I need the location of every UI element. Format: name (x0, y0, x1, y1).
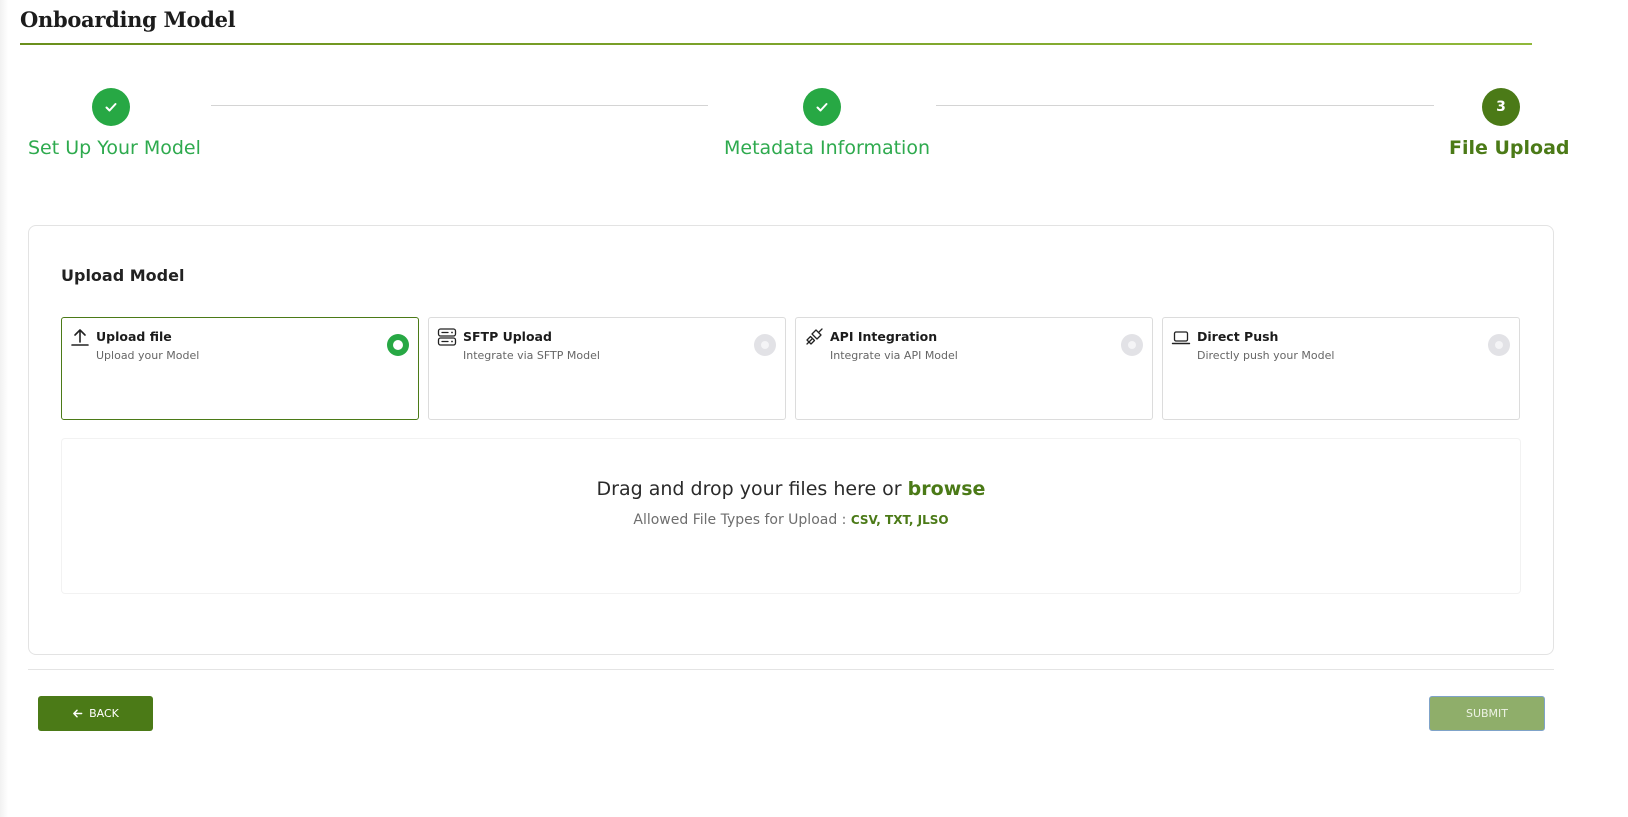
browse-link[interactable]: browse (908, 478, 986, 500)
footer-divider (28, 669, 1554, 670)
allowed-types-label: Allowed File Types for Upload : (633, 512, 847, 528)
upload-arrow-icon (71, 329, 89, 346)
option-title: API Integration (830, 329, 938, 344)
title-divider (20, 43, 1532, 45)
back-button[interactable]: BACK (38, 696, 153, 731)
option-subtitle: Upload your Model (96, 349, 200, 362)
option-api-integration[interactable]: API Integration Integrate via API Model (795, 317, 1153, 420)
laptop-icon (1171, 331, 1191, 345)
option-sftp-upload[interactable]: SFTP Upload Integrate via SFTP Model (428, 317, 786, 420)
step-connector-1 (211, 105, 708, 106)
option-upload-file[interactable]: Upload file Upload your Model (61, 317, 419, 420)
arrow-left-icon (73, 709, 83, 718)
allowed-types-value: CSV, TXT, JLSO (850, 513, 949, 527)
page-title: Onboarding Model (20, 7, 236, 32)
dropzone-text: Drag and drop your files here or browse (62, 478, 1520, 500)
upload-model-title: Upload Model (61, 266, 185, 285)
plug-icon (806, 328, 823, 345)
step-connector-2 (936, 105, 1434, 106)
step-2-check-icon (803, 88, 841, 126)
submit-button[interactable]: SUBMIT (1429, 696, 1545, 731)
radio-unselected[interactable] (1488, 334, 1510, 356)
option-direct-push[interactable]: Direct Push Directly push your Model (1162, 317, 1520, 420)
step-3-label: File Upload (1449, 137, 1570, 159)
server-icon (437, 328, 457, 346)
step-2-label: Metadata Information (724, 137, 930, 159)
left-edge-shade (0, 0, 8, 817)
option-subtitle: Integrate via API Model (830, 349, 958, 362)
back-button-label: BACK (89, 707, 119, 720)
step-1-label: Set Up Your Model (28, 137, 201, 159)
step-1-check-icon (92, 88, 130, 126)
option-title: SFTP Upload (463, 329, 552, 344)
step-3-number: 3 (1482, 88, 1520, 126)
option-title: Upload file (96, 329, 172, 344)
option-subtitle: Integrate via SFTP Model (463, 349, 600, 362)
radio-selected[interactable] (387, 334, 409, 356)
file-dropzone[interactable]: Drag and drop your files here or browse … (61, 438, 1521, 594)
option-title: Direct Push (1197, 329, 1279, 344)
upload-model-card: Upload Model Upload file Upload your Mod… (28, 225, 1554, 655)
radio-unselected[interactable] (1121, 334, 1143, 356)
dropzone-prompt: Drag and drop your files here or (596, 478, 902, 500)
submit-button-label: SUBMIT (1465, 707, 1509, 720)
radio-unselected[interactable] (754, 334, 776, 356)
allowed-file-types: Allowed File Types for Upload : CSV, TXT… (62, 512, 1520, 528)
option-subtitle: Directly push your Model (1197, 349, 1335, 362)
